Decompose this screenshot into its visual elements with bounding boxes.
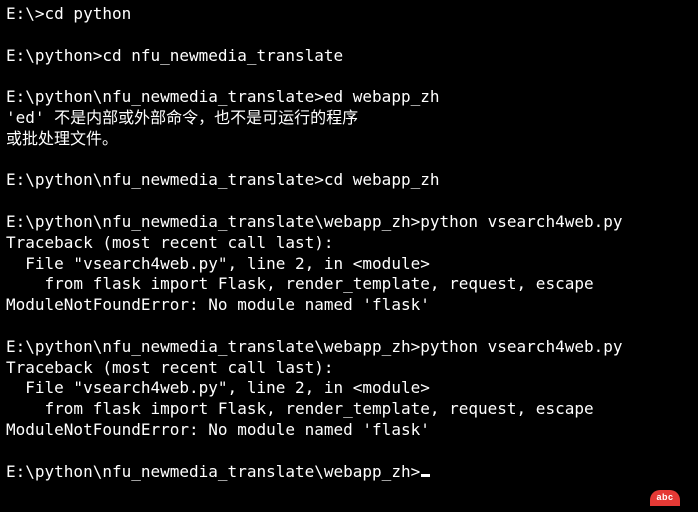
terminal-line bbox=[6, 441, 692, 462]
terminal-line bbox=[6, 25, 692, 46]
terminal-prompt: E:\python\nfu_newmedia_translate\webapp_… bbox=[6, 462, 420, 481]
terminal-line: E:\python\nfu_newmedia_translate\webapp_… bbox=[6, 337, 692, 358]
terminal-line: E:\python>cd nfu_newmedia_translate bbox=[6, 46, 692, 67]
terminal-line: Traceback (most recent call last): bbox=[6, 358, 692, 379]
terminal-line: from flask import Flask, render_template… bbox=[6, 274, 692, 295]
terminal-line bbox=[6, 150, 692, 171]
terminal-line: ModuleNotFoundError: No module named 'fl… bbox=[6, 420, 692, 441]
terminal-line: ModuleNotFoundError: No module named 'fl… bbox=[6, 295, 692, 316]
terminal-line: E:\>cd python bbox=[6, 4, 692, 25]
terminal-line: E:\python\nfu_newmedia_translate>cd weba… bbox=[6, 170, 692, 191]
terminal-line bbox=[6, 316, 692, 337]
terminal-line: 'ed' 不是内部或外部命令，也不是可运行的程序 bbox=[6, 108, 692, 129]
terminal-prompt-line: E:\python\nfu_newmedia_translate\webapp_… bbox=[6, 462, 692, 483]
terminal-line: File "vsearch4web.py", line 2, in <modul… bbox=[6, 378, 692, 399]
terminal-line: E:\python\nfu_newmedia_translate\webapp_… bbox=[6, 212, 692, 233]
terminal-line: 或批处理文件。 bbox=[6, 129, 692, 150]
cursor-icon bbox=[421, 474, 430, 477]
ime-badge[interactable]: abc bbox=[650, 490, 680, 506]
terminal-line: Traceback (most recent call last): bbox=[6, 233, 692, 254]
terminal-line: E:\python\nfu_newmedia_translate>ed weba… bbox=[6, 87, 692, 108]
terminal-line: from flask import Flask, render_template… bbox=[6, 399, 692, 420]
terminal-line bbox=[6, 191, 692, 212]
terminal-line bbox=[6, 66, 692, 87]
ime-badge-text: abc bbox=[656, 492, 673, 504]
terminal-output[interactable]: E:\>cd python E:\python>cd nfu_newmedia_… bbox=[6, 4, 692, 482]
terminal-line: File "vsearch4web.py", line 2, in <modul… bbox=[6, 254, 692, 275]
